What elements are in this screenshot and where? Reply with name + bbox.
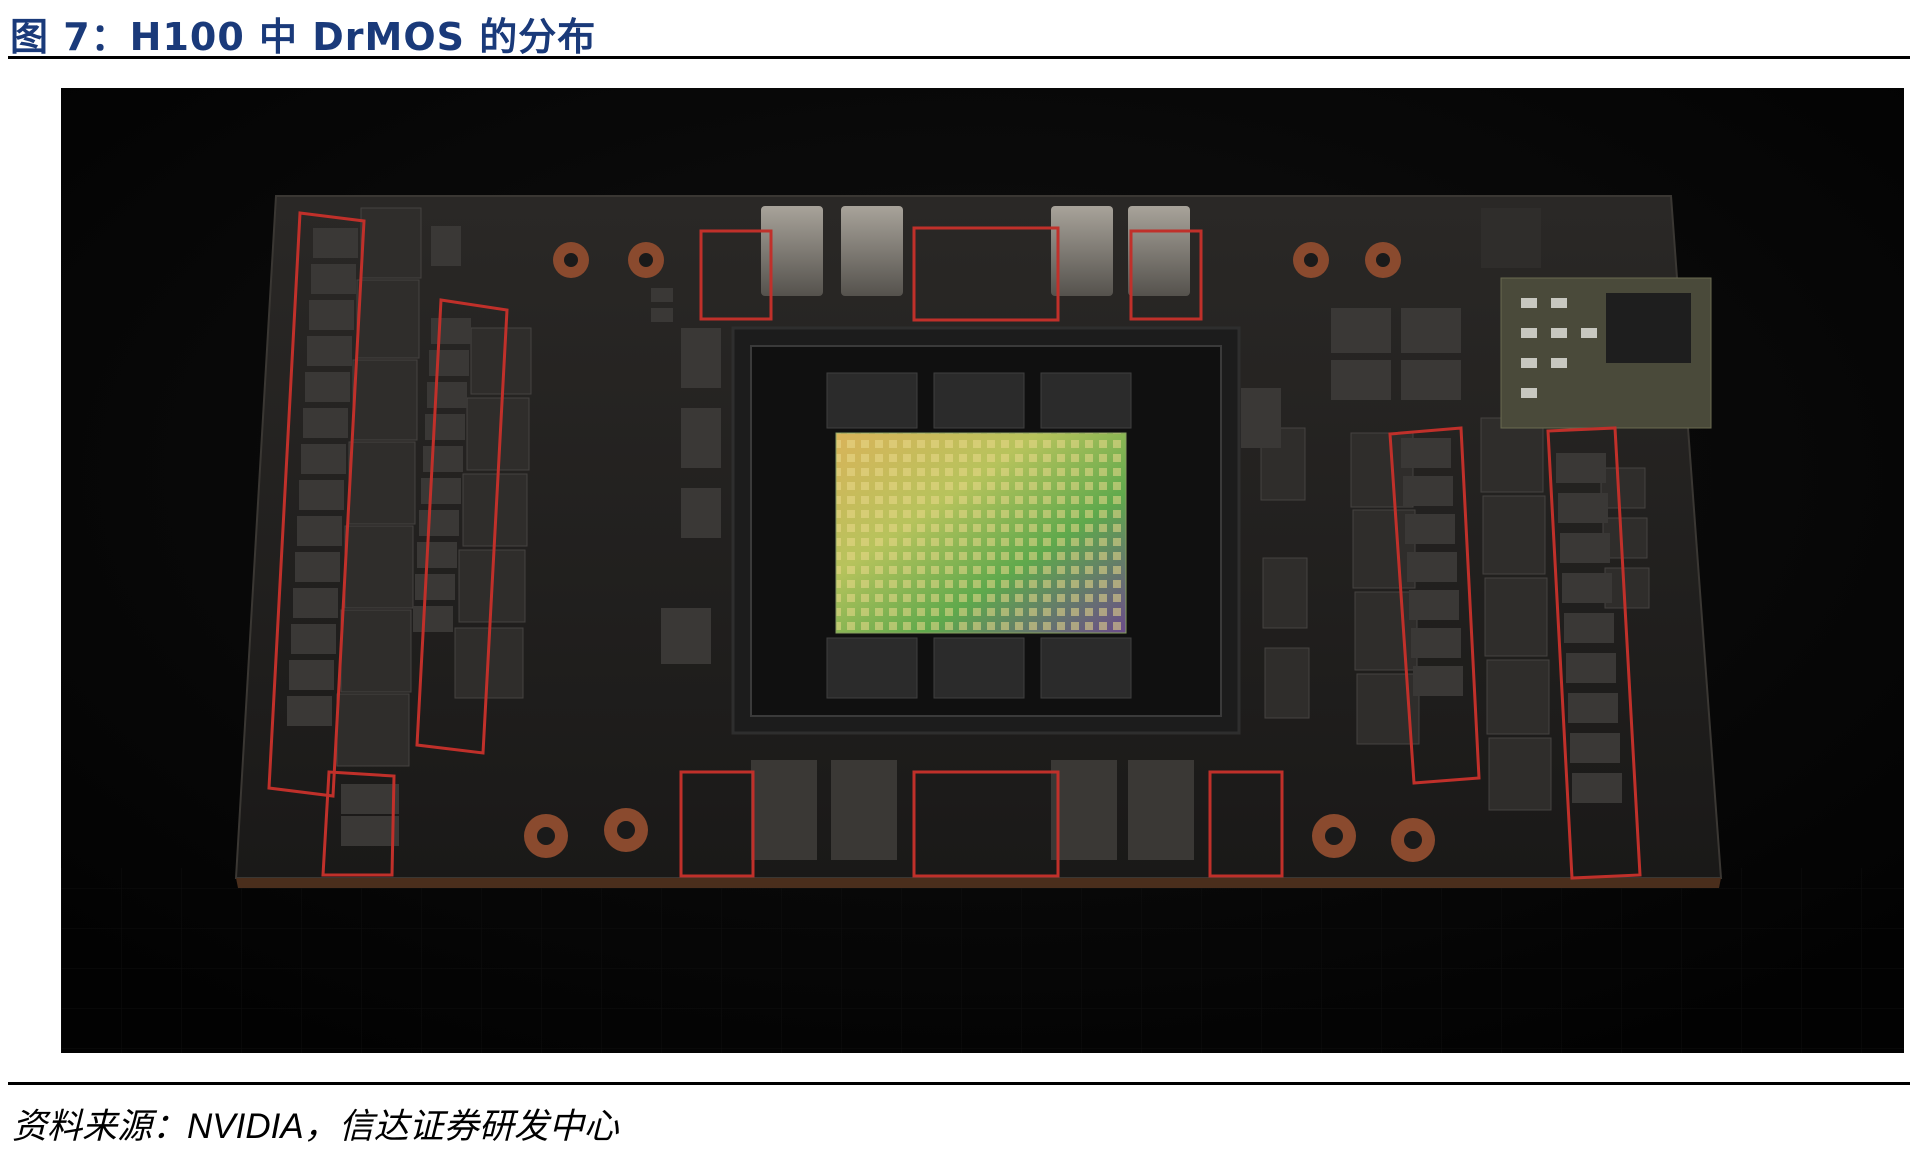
figure-title: 图 7：H100 中 DrMOS 的分布 bbox=[10, 15, 597, 59]
source-suffix: ，信达证券研发中心 bbox=[303, 1107, 619, 1147]
source-org: NVIDIA bbox=[187, 1107, 304, 1146]
h100-board-photo bbox=[61, 88, 1904, 1053]
h100-board-illustration bbox=[61, 88, 1904, 1053]
source-prefix: 资料来源： bbox=[12, 1107, 188, 1147]
title-rule bbox=[8, 56, 1910, 59]
source-rule bbox=[8, 1082, 1910, 1085]
source-note: 资料来源：NVIDIA，信达证券研发中心 bbox=[12, 1098, 619, 1149]
